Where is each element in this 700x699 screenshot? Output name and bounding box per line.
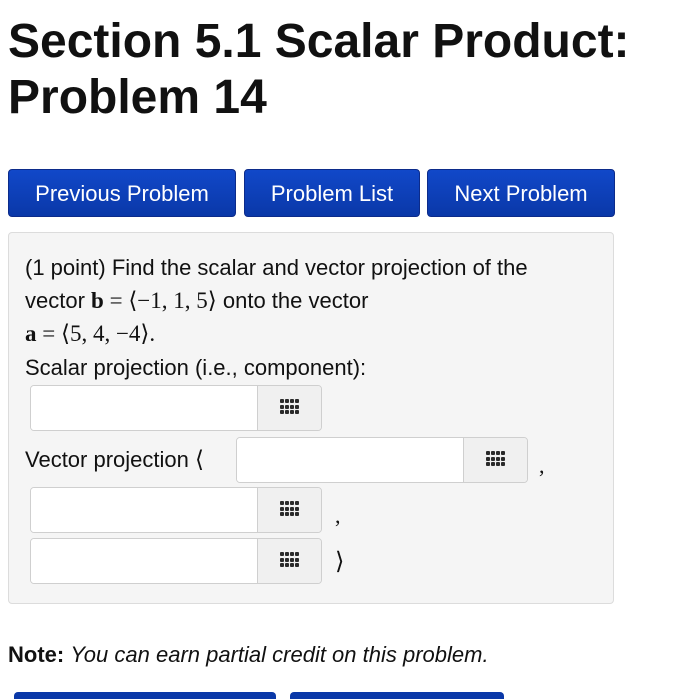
vector-b-symbol: b (91, 288, 104, 313)
title-line-1: Section 5.1 Scalar Product: (8, 15, 630, 68)
equation-editor-button[interactable] (257, 488, 321, 532)
previous-problem-button[interactable]: Previous Problem (8, 169, 236, 217)
onto-text: onto the vector (222, 288, 369, 313)
vector-y-answer-group (30, 487, 322, 533)
comma-separator: , (539, 453, 545, 478)
vector-b-value: = ⟨−1, 1, 5⟩ (103, 288, 217, 313)
scalar-projection-label: Scalar projection (i.e., component): (25, 355, 367, 380)
title-line-2: Problem 14 (8, 71, 267, 124)
equation-editor-button[interactable] (463, 438, 527, 482)
grid-icon (280, 552, 299, 569)
scalar-answer-group (30, 385, 322, 431)
grid-icon (280, 501, 299, 518)
equation-editor-button[interactable] (257, 539, 321, 583)
vector-x-answer-input[interactable] (237, 438, 464, 482)
bottom-button-partial[interactable] (290, 692, 504, 699)
page: Section 5.1 Scalar Product: Problem 14 Pr… (0, 0, 700, 699)
vector-y-answer-input[interactable] (31, 488, 258, 532)
note-text: You can earn partial credit on this prob… (70, 642, 489, 667)
vector-z-answer-group (30, 538, 322, 584)
vector-x-answer-group (236, 437, 528, 483)
comma-separator: , (335, 503, 341, 528)
vector-projection-label-line: Vector projection ⟨ (25, 445, 204, 475)
next-problem-button[interactable]: Next Problem (427, 169, 615, 217)
close-angle-bracket: ⟩ (335, 549, 345, 575)
problem-list-button[interactable]: Problem List (244, 169, 420, 217)
grid-icon (280, 399, 299, 416)
problem-vector-a-line: a = ⟨5, 4, −4⟩. (25, 319, 155, 349)
vector-z-answer-input[interactable] (31, 539, 258, 583)
grid-icon (486, 451, 505, 468)
note-label: Note: (8, 642, 65, 667)
bottom-button-partial[interactable] (14, 692, 276, 699)
scalar-answer-input[interactable] (31, 386, 258, 430)
vector-a-value: = ⟨5, 4, −4⟩. (36, 321, 156, 346)
vector-projection-label: Vector projection (25, 447, 189, 472)
equation-editor-button[interactable] (257, 386, 321, 430)
open-angle-bracket: ⟨ (195, 447, 204, 472)
problem-vector-b-line: vector b = ⟨−1, 1, 5⟩ onto the vector (25, 286, 368, 316)
partial-credit-note: Note: You can earn partial credit on thi… (8, 640, 489, 670)
vector-a-symbol: a (25, 321, 37, 346)
vector-word: vector (25, 288, 85, 313)
page-title: Section 5.1 Scalar Product: Problem 14 (8, 14, 630, 126)
problem-intro: (1 point) Find the scalar and vector pro… (25, 255, 528, 280)
problem-box: (1 point) Find the scalar and vector pro… (8, 232, 614, 604)
